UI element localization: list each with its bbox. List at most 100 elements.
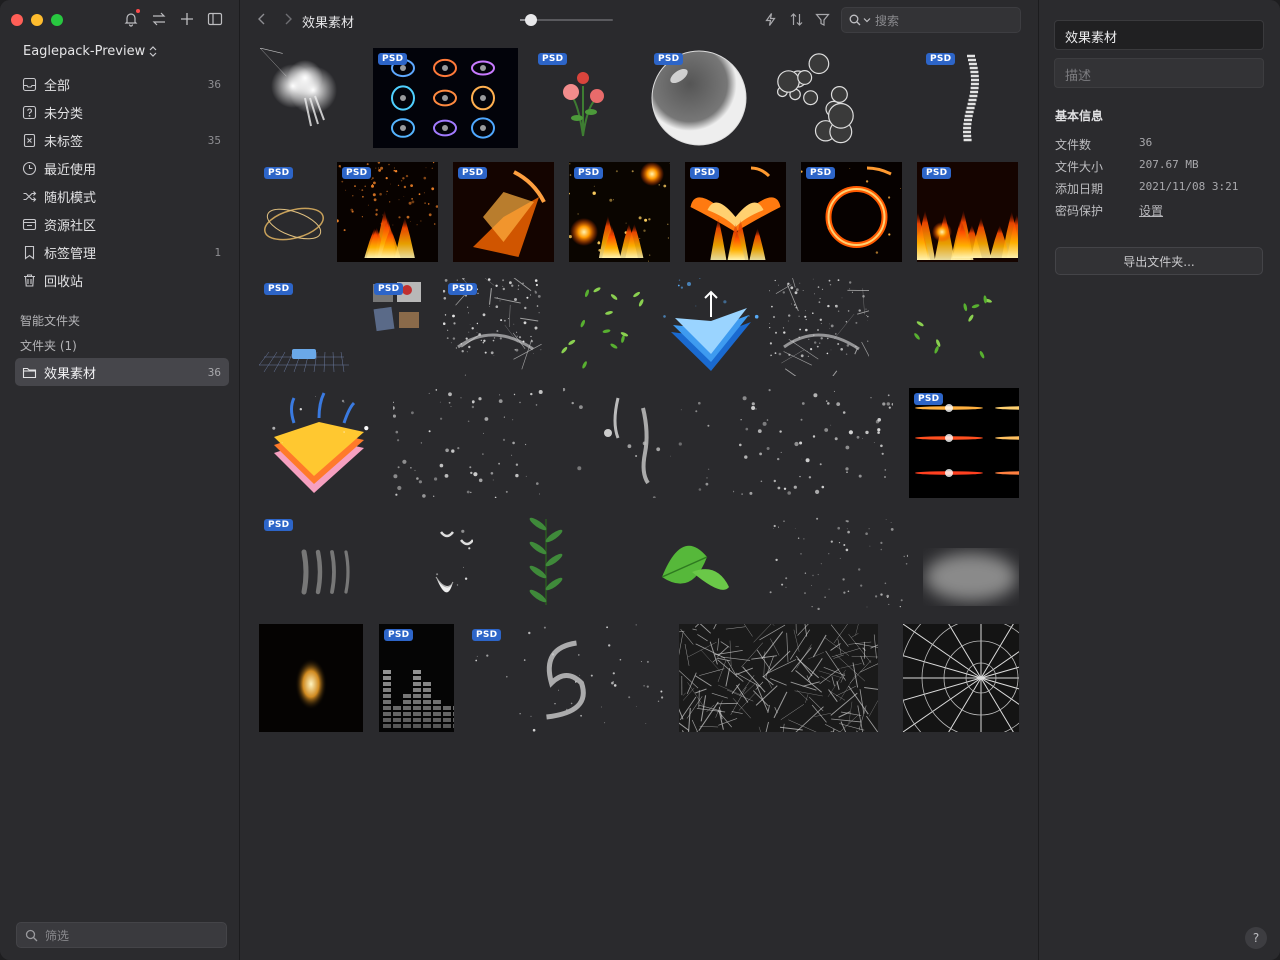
sync-icon[interactable] bbox=[151, 11, 167, 27]
lightning-icon[interactable] bbox=[763, 12, 778, 27]
asset-thumbnail-leaves-scatter[interactable] bbox=[903, 278, 1003, 376]
asset-thumbnail-collage[interactable]: PSD bbox=[369, 278, 427, 376]
asset-thumbnail-bubbles[interactable] bbox=[765, 48, 865, 148]
asset-preview bbox=[733, 389, 893, 495]
folders-label[interactable]: 文件夹 (1) bbox=[20, 337, 77, 354]
asset-thumbnail-fire-stars[interactable]: PSD bbox=[569, 162, 670, 262]
psd-badge: PSD bbox=[806, 167, 836, 179]
sidebar-item-random[interactable]: 随机模式 bbox=[15, 182, 229, 210]
sidebar-item-count: 35 bbox=[207, 133, 221, 147]
asset-thumbnail-light-beam[interactable] bbox=[259, 624, 363, 732]
asset-thumbnail-fire-box[interactable]: PSD bbox=[453, 162, 554, 262]
smart-folders-label[interactable]: 智能文件夹 bbox=[20, 312, 80, 329]
sort-icon[interactable] bbox=[789, 12, 804, 27]
minimize-button[interactable] bbox=[31, 14, 43, 26]
asset-thumbnail-fire-ring[interactable]: PSD bbox=[801, 162, 902, 262]
psd-badge: PSD bbox=[374, 283, 404, 295]
back-icon[interactable] bbox=[256, 12, 268, 26]
bell-icon[interactable] bbox=[123, 9, 140, 27]
shuffle-icon bbox=[23, 190, 37, 202]
asset-thumbnail-green-leaf[interactable] bbox=[647, 514, 737, 610]
asset-thumbnail-gold-rings[interactable]: PSD bbox=[259, 162, 329, 262]
filter-icon[interactable] bbox=[815, 12, 830, 27]
sidebar-item-uncategorized[interactable]: 未分类 bbox=[15, 98, 229, 126]
asset-thumbnail-equalizer[interactable]: PSD bbox=[379, 624, 454, 732]
asset-thumbnail-fire-phoenix[interactable]: PSD bbox=[685, 162, 786, 262]
asset-thumbnail-fog[interactable] bbox=[923, 514, 1019, 610]
psd-badge: PSD bbox=[458, 167, 488, 179]
folder-label: 效果素材 bbox=[44, 366, 97, 382]
asset-thumbnail-fire-sparks[interactable]: PSD bbox=[337, 162, 438, 262]
asset-thumbnail-blue-layers[interactable] bbox=[661, 278, 761, 376]
asset-thumbnail-flowers[interactable]: PSD bbox=[533, 48, 633, 148]
toolbar-actions bbox=[763, 12, 830, 27]
asset-thumbnail-green-leaves[interactable] bbox=[553, 278, 653, 376]
asset-thumbnail-light-rings[interactable]: PSD bbox=[373, 48, 518, 148]
sidebar-item-label: 资源社区 bbox=[44, 218, 97, 234]
asset-thumbnail-fire-flames[interactable]: PSD bbox=[917, 162, 1018, 262]
zoom-slider[interactable] bbox=[520, 14, 613, 26]
info-value: 207.67 MB bbox=[1139, 158, 1199, 171]
asset-preview bbox=[776, 53, 854, 144]
password-setup-link[interactable]: 设置 bbox=[1139, 202, 1163, 219]
asset-thumbnail-shattered-glass[interactable] bbox=[903, 624, 1019, 732]
asset-thumbnail-leaf-branch[interactable] bbox=[491, 514, 601, 610]
folder-item-effects[interactable]: 效果素材 36 bbox=[15, 358, 229, 386]
asset-thumbnail-lens-flares[interactable]: PSD bbox=[909, 388, 1019, 498]
info-key: 文件数 bbox=[1055, 138, 1092, 152]
asset-thumbnail-ink-drops[interactable] bbox=[563, 388, 713, 498]
asset-thumbnail-feathers[interactable] bbox=[421, 514, 473, 610]
asset-thumbnail-cracked-glass[interactable] bbox=[679, 624, 878, 732]
sidebar-item-count: 36 bbox=[207, 77, 221, 91]
asset-preview bbox=[679, 624, 878, 732]
library-name: Eaglepack-Preview bbox=[23, 44, 146, 59]
psd-badge: PSD bbox=[264, 283, 294, 295]
search-input[interactable]: 搜索 bbox=[841, 7, 1021, 33]
asset-thumbnail-water-drops-2[interactable] bbox=[733, 388, 893, 498]
sidebar-item-tag-manager[interactable]: 标签管理 1 bbox=[15, 238, 229, 266]
asset-preview bbox=[661, 545, 729, 590]
asset-thumbnail-bubble[interactable]: PSD bbox=[649, 48, 749, 148]
asset-thumbnail-water-swirl[interactable]: PSD bbox=[467, 624, 666, 732]
folder-name-field[interactable]: 效果素材 bbox=[1054, 20, 1264, 50]
sidebar-item-community[interactable]: 资源社区 bbox=[15, 210, 229, 238]
sidebar-toggle-icon[interactable] bbox=[207, 11, 223, 27]
folder-count: 36 bbox=[207, 365, 221, 379]
description-field[interactable]: 描述 bbox=[1054, 58, 1264, 88]
asset-thumbnail-dust-particles[interactable] bbox=[769, 514, 908, 610]
info-key: 密码保护 bbox=[1055, 204, 1104, 218]
asset-thumbnail-smoke-cloud[interactable] bbox=[260, 48, 350, 148]
forward-icon[interactable] bbox=[282, 12, 294, 26]
inspector-panel: 效果素材 描述 基本信息 文件数 36 文件大小 207.67 MB 添加日期 … bbox=[1038, 0, 1280, 960]
psd-badge: PSD bbox=[448, 283, 478, 295]
asset-thumbnail-water-drops[interactable] bbox=[393, 388, 543, 498]
sidebar-item-recent[interactable]: 最近使用 bbox=[15, 154, 229, 182]
info-row-password: 密码保护 设置 bbox=[1055, 202, 1163, 219]
close-button[interactable] bbox=[11, 14, 23, 26]
sidebar-item-all[interactable]: 全部 36 bbox=[15, 70, 229, 98]
zoom-slider-knob[interactable] bbox=[525, 14, 538, 26]
psd-badge: PSD bbox=[472, 629, 502, 641]
library-switcher[interactable]: Eaglepack-Preview bbox=[23, 44, 157, 59]
zoom-button[interactable] bbox=[51, 14, 63, 26]
sidebar-item-untagged[interactable]: 未标签 35 bbox=[15, 126, 229, 154]
psd-badge: PSD bbox=[378, 53, 408, 65]
asset-thumbnail-water-splash-2[interactable] bbox=[769, 278, 869, 376]
asset-preview bbox=[529, 517, 563, 605]
bookmark-icon bbox=[24, 245, 35, 260]
add-icon[interactable] bbox=[179, 11, 195, 27]
sidebar-item-trash[interactable]: 回收站 bbox=[15, 266, 229, 294]
asset-preview bbox=[924, 553, 1018, 601]
asset-thumbnail-spine-curve[interactable]: PSD bbox=[921, 48, 1021, 148]
asset-thumbnail-grid-floor[interactable]: PSD bbox=[259, 278, 349, 376]
asset-thumbnail-water-splash[interactable]: PSD bbox=[443, 278, 543, 376]
asset-preview bbox=[769, 278, 869, 376]
main-toolbar: 效果素材 搜索 bbox=[240, 0, 1038, 40]
asset-preview bbox=[663, 278, 759, 371]
asset-thumbnail-color-layers[interactable] bbox=[259, 388, 379, 498]
help-button[interactable]: ? bbox=[1245, 927, 1267, 949]
asset-thumbnail-ink-strokes[interactable]: PSD bbox=[259, 514, 409, 610]
chevron-down-icon[interactable] bbox=[863, 16, 871, 24]
export-folder-button[interactable]: 导出文件夹... bbox=[1055, 247, 1263, 275]
filter-input[interactable]: 筛选 bbox=[16, 922, 227, 948]
